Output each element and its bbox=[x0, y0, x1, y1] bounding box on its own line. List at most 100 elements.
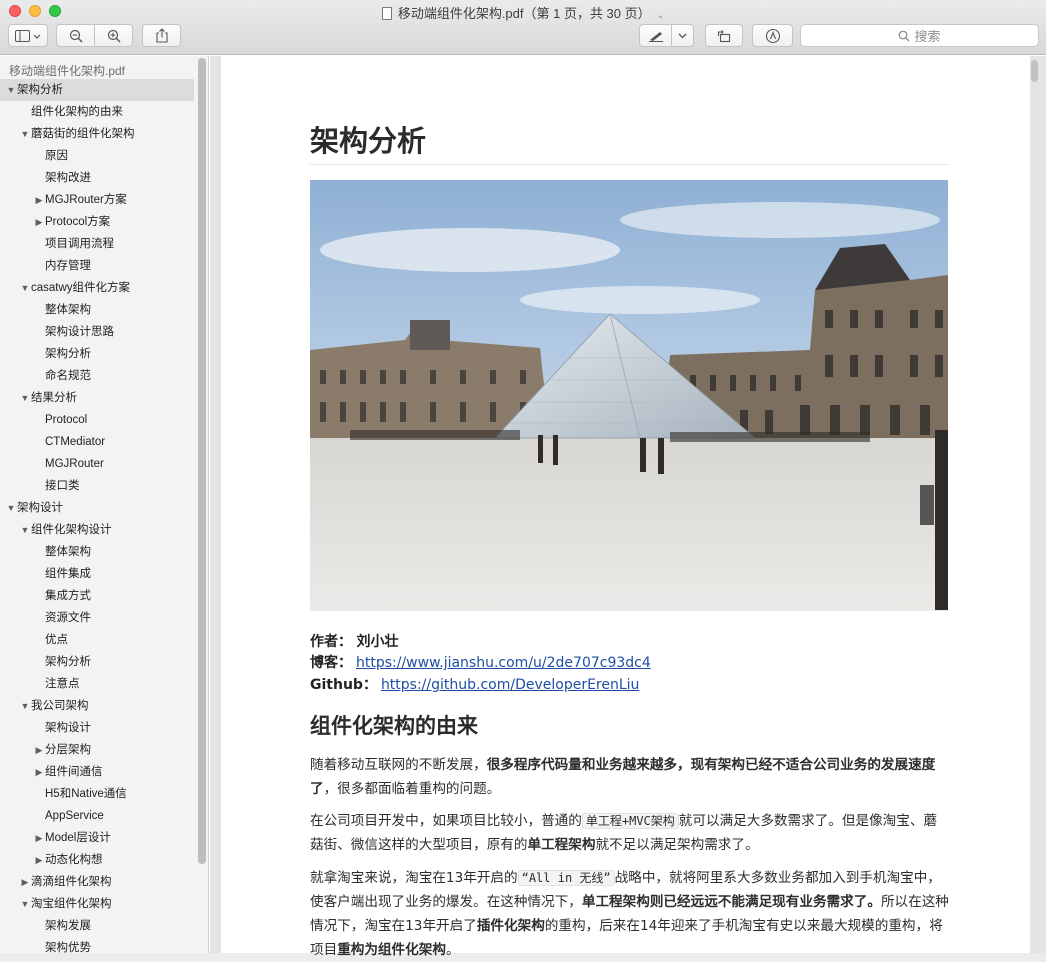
sidebar-item[interactable]: ▶ 滴滴组件化架构 bbox=[0, 871, 194, 893]
paragraph-1: 随着移动互联网的不断发展，很多程序代码量和业务越来越多，现有架构已经不适合公司业… bbox=[310, 753, 950, 801]
sidebar-item[interactable]: 架构发展 bbox=[0, 915, 194, 937]
sidebar-item[interactable]: ▶ 组件间通信 bbox=[0, 761, 194, 783]
document-view[interactable]: 架构分析 作者： 刘小壮 博客： https://www.jianshu.com… bbox=[210, 56, 1046, 958]
sidebar-item[interactable]: 注意点 bbox=[0, 673, 194, 695]
zoom-out-button[interactable] bbox=[56, 24, 95, 47]
sidebar-item[interactable]: 内存管理 bbox=[0, 255, 194, 277]
disclosure-closed-icon[interactable]: ▶ bbox=[34, 189, 44, 211]
section-heading: 组件化架构的由来 bbox=[310, 714, 478, 738]
sidebar-item[interactable]: 集成方式 bbox=[0, 585, 194, 607]
sidebar-item-label: 命名规范 bbox=[45, 370, 91, 382]
disclosure-closed-icon[interactable]: ▶ bbox=[34, 211, 44, 233]
sidebar-item[interactable]: 原因 bbox=[0, 145, 194, 167]
disclosure-open-icon[interactable]: ▼ bbox=[20, 277, 30, 299]
sidebar-item[interactable]: ▼ 结果分析 bbox=[0, 387, 194, 409]
sidebar-scrollbar[interactable] bbox=[198, 58, 206, 864]
disclosure-closed-icon[interactable]: ▶ bbox=[34, 739, 44, 761]
sidebar-toggle-button[interactable] bbox=[8, 24, 48, 47]
sidebar-item[interactable]: MGJRouter bbox=[0, 453, 194, 475]
disclosure-closed-icon[interactable]: ▶ bbox=[34, 761, 44, 783]
sidebar-item-label: 架构设计 bbox=[45, 722, 91, 734]
sidebar-item[interactable]: 组件集成 bbox=[0, 563, 194, 585]
sidebar-item[interactable]: 整体架构 bbox=[0, 299, 194, 321]
disclosure-open-icon[interactable]: ▼ bbox=[6, 497, 16, 519]
sidebar-item[interactable]: ▼ 蘑菇街的组件化架构 bbox=[0, 123, 194, 145]
sidebar-item[interactable]: 架构设计思路 bbox=[0, 321, 194, 343]
sidebar-item[interactable]: 接口类 bbox=[0, 475, 194, 497]
sidebar-item[interactable]: ▼ 组件化架构设计 bbox=[0, 519, 194, 541]
disclosure-closed-icon[interactable]: ▶ bbox=[34, 849, 44, 871]
blog-line: 博客： https://www.jianshu.com/u/2de707c93dc… bbox=[310, 652, 651, 672]
sidebar-file-name[interactable]: 移动端组件化架构.pdf bbox=[9, 62, 125, 79]
sidebar-item-label: Protocol方案 bbox=[45, 216, 111, 228]
paragraph-3: 就拿淘宝来说，淘宝在13年开启的 “All in 无线” 战略中，就将阿里系大多数业… bbox=[310, 866, 950, 962]
p1-text-1: 随着移动互联网的不断发展， bbox=[310, 757, 487, 773]
sidebar-item[interactable]: ▼ 架构分析 bbox=[0, 79, 194, 101]
sidebar-item-label: 滴滴组件化架构 bbox=[31, 876, 112, 888]
sidebar-item[interactable]: ▶ 动态化构想 bbox=[0, 849, 194, 871]
github-line: Github： https://github.com/DeveloperErenL… bbox=[310, 674, 639, 694]
rotate-button[interactable] bbox=[705, 24, 743, 47]
sidebar-item-label: 架构设计 bbox=[17, 502, 63, 514]
sidebar-item[interactable]: 架构分析 bbox=[0, 651, 194, 673]
sidebar-item[interactable]: 命名规范 bbox=[0, 365, 194, 387]
louvre-pyramid-photo bbox=[310, 180, 948, 611]
highlight-options-dropdown[interactable] bbox=[671, 24, 694, 47]
sidebar-item-label: 架构改进 bbox=[45, 172, 91, 184]
sidebar-item-label: 项目调用流程 bbox=[45, 238, 114, 250]
chevron-down-icon bbox=[678, 33, 687, 38]
sidebar-item-label: 蘑菇街的组件化架构 bbox=[31, 128, 135, 140]
sidebar-item[interactable]: 资源文件 bbox=[0, 607, 194, 629]
sidebar-item[interactable]: ▼ casatwy组件化方案 bbox=[0, 277, 194, 299]
sidebar-item-label: 注意点 bbox=[45, 678, 80, 690]
sidebar-item-label: MGJRouter方案 bbox=[45, 194, 127, 206]
disclosure-closed-icon[interactable]: ▶ bbox=[34, 827, 44, 849]
document-scrollbar[interactable] bbox=[1031, 60, 1038, 82]
sidebar-item[interactable]: H5和Native通信 bbox=[0, 783, 194, 805]
sidebar-item-label: Protocol bbox=[45, 414, 88, 426]
sidebar-item[interactable]: ▶ MGJRouter方案 bbox=[0, 189, 194, 211]
p3-inline-code: “All in 无线” bbox=[517, 870, 615, 886]
disclosure-open-icon[interactable]: ▼ bbox=[6, 79, 16, 101]
sidebar-item-label: 架构设计思路 bbox=[45, 326, 114, 338]
disclosure-open-icon[interactable]: ▼ bbox=[20, 695, 30, 717]
paragraph-2: 在公司项目开发中，如果项目比较小，普通的 单工程+MVC架构 就可以满足大多数需求了… bbox=[310, 809, 950, 857]
github-link[interactable]: https://github.com/DeveloperErenLiu bbox=[381, 677, 640, 693]
window-title[interactable]: 移动端组件化架构.pdf（第 1 页，共 30 页） ⌄ bbox=[0, 3, 1046, 22]
sidebar-item[interactable]: 架构改进 bbox=[0, 167, 194, 189]
search-field[interactable]: 搜索 bbox=[800, 24, 1039, 47]
sidebar-item[interactable]: CTMediator bbox=[0, 431, 194, 453]
disclosure-closed-icon[interactable]: ▶ bbox=[20, 871, 30, 893]
markup-toolbar-button[interactable] bbox=[752, 24, 793, 47]
disclosure-open-icon[interactable]: ▼ bbox=[20, 123, 30, 145]
disclosure-open-icon[interactable]: ▼ bbox=[20, 387, 30, 409]
markup-pen-icon bbox=[765, 28, 780, 43]
p3-bold-3: 重构为组件化架构 bbox=[337, 942, 446, 958]
sidebar-item[interactable]: ▶ Protocol方案 bbox=[0, 211, 194, 233]
sidebar-item[interactable]: ▼ 我公司架构 bbox=[0, 695, 194, 717]
sidebar-item[interactable]: ▼ 架构设计 bbox=[0, 497, 194, 519]
sidebar-icon bbox=[15, 29, 41, 42]
zoom-in-button[interactable] bbox=[94, 24, 133, 47]
sidebar-item[interactable]: 整体架构 bbox=[0, 541, 194, 563]
sidebar-item[interactable]: 架构设计 bbox=[0, 717, 194, 739]
sidebar-item[interactable]: 组件化架构的由来 bbox=[0, 101, 194, 123]
sidebar-item[interactable]: ▶ 分层架构 bbox=[0, 739, 194, 761]
search-placeholder: 搜索 bbox=[914, 29, 941, 44]
blog-link[interactable]: https://www.jianshu.com/u/2de707c93dc4 bbox=[356, 655, 651, 671]
share-button[interactable] bbox=[142, 24, 181, 47]
sidebar-item[interactable]: 架构分析 bbox=[0, 343, 194, 365]
sidebar-item[interactable]: 架构优势 bbox=[0, 937, 194, 953]
sidebar-item[interactable]: 优点 bbox=[0, 629, 194, 651]
disclosure-open-icon[interactable]: ▼ bbox=[20, 893, 30, 915]
sidebar-item-label: 内存管理 bbox=[45, 260, 91, 272]
highlighter-icon bbox=[648, 31, 663, 42]
markup-highlight-button[interactable] bbox=[639, 24, 672, 47]
sidebar-item[interactable]: Protocol bbox=[0, 409, 194, 431]
sidebar-item-label: 组件化架构设计 bbox=[31, 524, 112, 536]
sidebar-item[interactable]: AppService bbox=[0, 805, 194, 827]
sidebar-item[interactable]: ▼ 淘宝组件化架构 bbox=[0, 893, 194, 915]
sidebar-item[interactable]: ▶ Model层设计 bbox=[0, 827, 194, 849]
disclosure-open-icon[interactable]: ▼ bbox=[20, 519, 30, 541]
sidebar-item[interactable]: 项目调用流程 bbox=[0, 233, 194, 255]
